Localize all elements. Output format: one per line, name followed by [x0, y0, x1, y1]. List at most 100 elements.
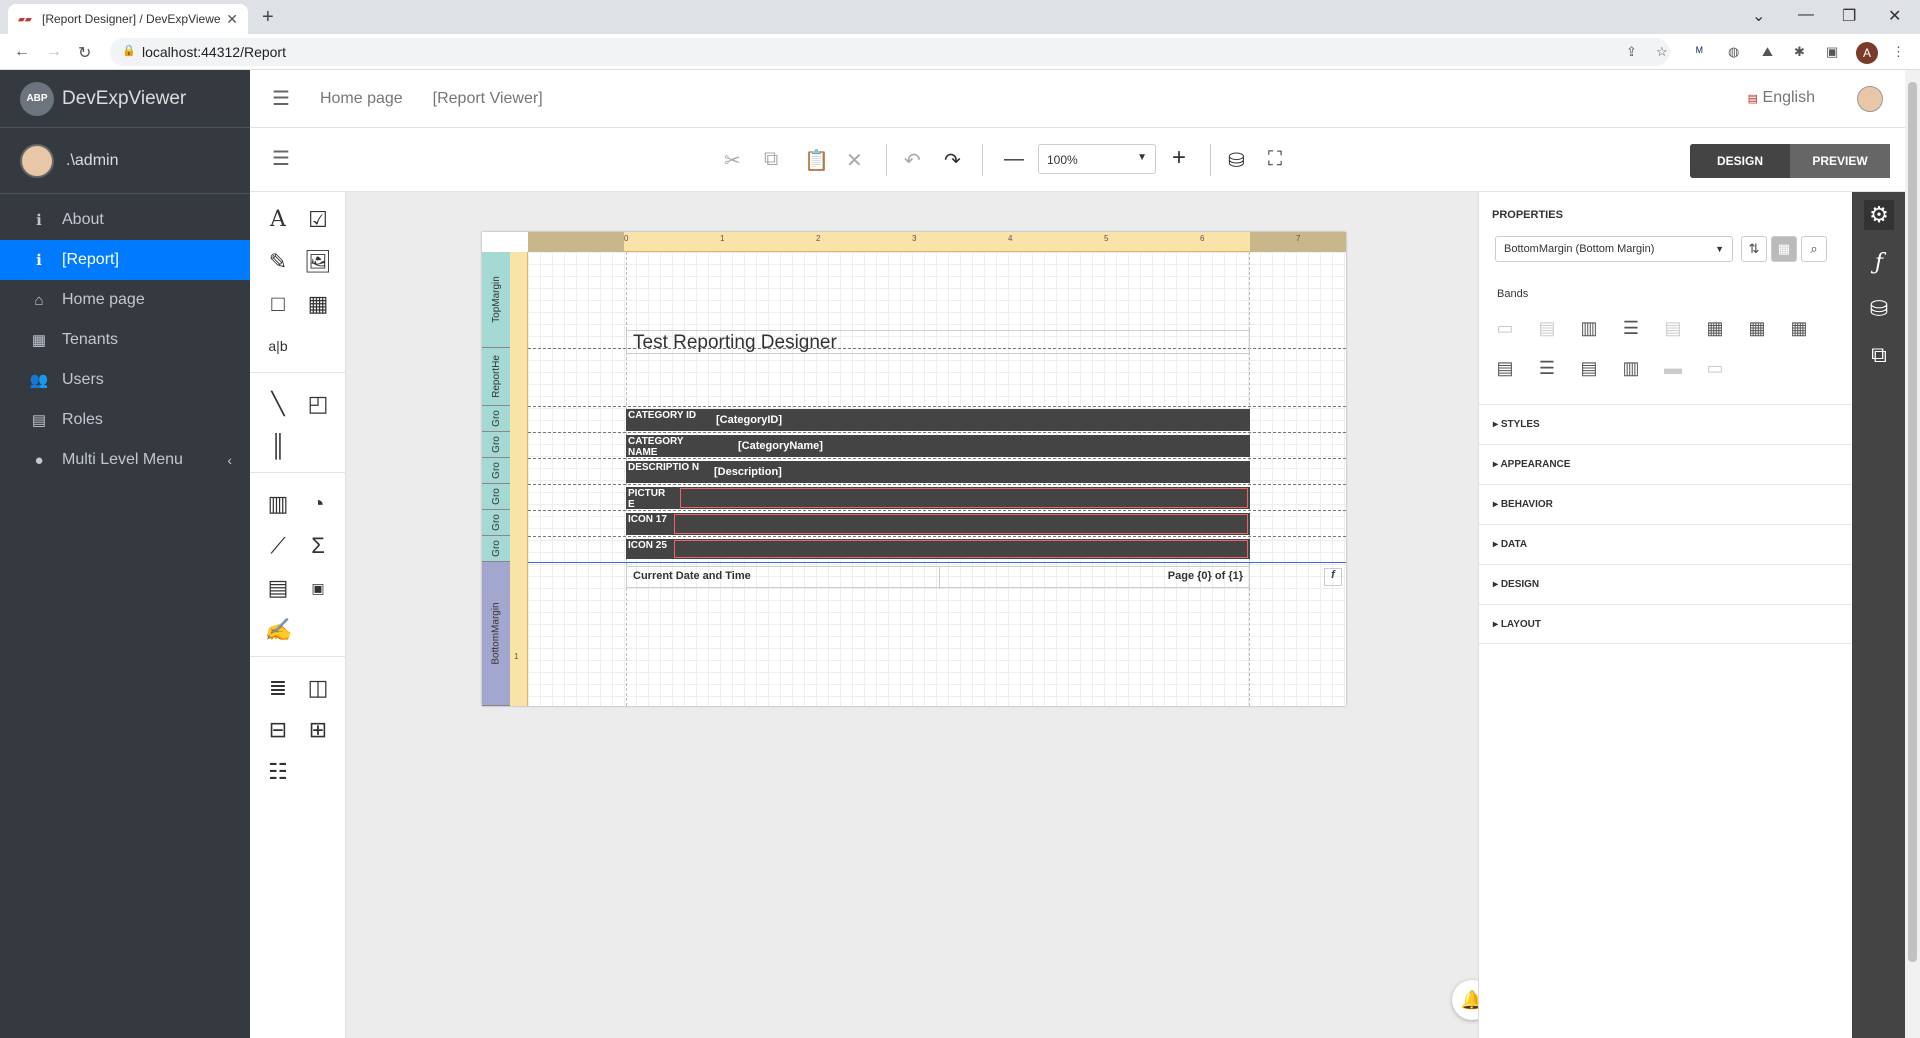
report-header-band-icon[interactable]: ▤	[1535, 316, 1559, 340]
category-id-row[interactable]: CATEGORY ID [CategoryID]	[626, 409, 1250, 431]
preview-button[interactable]: PREVIEW	[1790, 144, 1890, 178]
cross-band-tool-icon[interactable]: ⊞	[302, 714, 334, 746]
summary-tool-icon[interactable]: Σ	[302, 530, 334, 562]
report-footer-band-icon[interactable]: ▦	[1787, 316, 1811, 340]
band-label-top-margin[interactable]: TopMargin	[482, 252, 510, 348]
cut-icon[interactable]: ✂	[724, 148, 741, 173]
design-button[interactable]: DESIGN	[1690, 144, 1790, 178]
category-name-row[interactable]: CATEGORY NAME [CategoryName]	[626, 435, 1250, 458]
pageinfo-tool-icon[interactable]: ▤	[262, 572, 294, 604]
hamburger-icon[interactable]: ☰	[272, 86, 290, 111]
group-header-band-icon[interactable]: ▥	[1577, 316, 1601, 340]
expression-editor-icon[interactable]: ƒ	[1864, 248, 1894, 278]
picture-box[interactable]	[674, 540, 1248, 558]
paste-icon[interactable]: 📋	[804, 148, 829, 173]
side-panel-icon[interactable]: ▣	[1826, 44, 1838, 60]
component-selector[interactable]: BottomMargin (Bottom Margin) ▼	[1495, 236, 1733, 262]
sidebar-item-report[interactable]: ℹ [Report]	[0, 240, 250, 280]
close-window-icon[interactable]: ✕	[1888, 6, 1901, 26]
band-label-group[interactable]: Gro	[482, 510, 510, 536]
section-appearance[interactable]: ▸ APPEARANCE	[1479, 444, 1853, 484]
page-header-band-icon[interactable]: ☰	[1619, 316, 1643, 340]
pdf-tool-icon[interactable]: ▣	[302, 572, 334, 604]
checkbox-tool-icon[interactable]: ☑	[302, 204, 334, 236]
validate-icon[interactable]: ⛁	[1228, 148, 1245, 173]
design-surface[interactable]: 0 1 2 3 4 5 6 7 1 TopMargin ReportHe Gro…	[346, 192, 1492, 1038]
reload-icon[interactable]: ↻	[78, 43, 91, 63]
extension-icon[interactable]: ⛰	[1762, 44, 1773, 60]
close-tab-icon[interactable]: ✕	[226, 11, 238, 28]
copy-icon[interactable]: ⧉	[764, 148, 778, 171]
new-tab-icon[interactable]: +	[262, 6, 274, 29]
abp-extension-icon[interactable]: ◍	[1728, 44, 1739, 60]
categorize-icon[interactable]: ▦	[1771, 236, 1797, 262]
brand[interactable]: ABP DevExpViewer	[0, 70, 250, 128]
band-label-group[interactable]: Gro	[482, 484, 510, 510]
sparkline-tool-icon[interactable]: ⟋	[262, 530, 294, 562]
back-icon[interactable]: ←	[14, 43, 30, 61]
toc-tool-icon[interactable]: ≣	[262, 672, 294, 704]
zoom-out-icon[interactable]: —	[1004, 148, 1024, 171]
section-behavior[interactable]: ▸ BEHAVIOR	[1479, 484, 1853, 524]
icon17-row[interactable]: ICON 17	[626, 513, 1250, 535]
toolbox-menu-icon[interactable]: ☰	[272, 146, 290, 171]
fullscreen-icon[interactable]: ⛶	[1268, 148, 1282, 171]
character-comb-tool-icon[interactable]: a|b	[262, 330, 294, 362]
zoom-select[interactable]: 100% ▼	[1038, 144, 1156, 174]
profile-avatar[interactable]: A	[1856, 42, 1878, 64]
url-input[interactable]: 🔒 localhost:44312/Report	[110, 38, 1670, 66]
barcode-tool-icon[interactable]: ║	[262, 430, 294, 462]
sidebar-item-multi-level-menu[interactable]: ● Multi Level Menu ‹	[0, 440, 250, 480]
signature-tool-icon[interactable]: ✍	[262, 614, 294, 646]
user-panel[interactable]: .\admin	[0, 128, 250, 194]
sub-band-icon[interactable]: ☰	[1535, 356, 1559, 380]
expression-icon[interactable]: f	[1324, 568, 1342, 586]
nav-link-report-viewer[interactable]: [Report Viewer]	[433, 90, 543, 108]
icon25-row[interactable]: ICON 25	[626, 539, 1250, 559]
cross-tab-tool-icon[interactable]: ☷	[262, 756, 294, 788]
sidebar-item-tenants[interactable]: ▦ Tenants	[0, 320, 250, 360]
search-icon[interactable]: ⌕	[1801, 236, 1827, 262]
zoom-in-icon[interactable]: +	[1172, 144, 1186, 172]
vertical-header-band-icon[interactable]: ▤	[1577, 356, 1601, 380]
gear-icon[interactable]: ⚙	[1864, 200, 1894, 230]
browser-tab[interactable]: ▰▰ [Report Designer] / DevExpViewe ✕	[8, 4, 248, 34]
picture-box[interactable]	[680, 488, 1248, 508]
redo-icon[interactable]: ↷	[944, 148, 961, 173]
detail-band-icon[interactable]: ▤	[1661, 316, 1685, 340]
sidebar-item-roles[interactable]: ▤ Roles	[0, 400, 250, 440]
page-footer-band-icon[interactable]: ▤	[1493, 356, 1517, 380]
band-label-group[interactable]: Gro	[482, 458, 510, 484]
top-margin-band-icon[interactable]: ▭	[1493, 316, 1517, 340]
extension-icon[interactable]: ᴹ	[1696, 44, 1703, 59]
panel-tool-icon[interactable]: □	[262, 288, 294, 320]
database-icon[interactable]: ⛁	[1864, 294, 1894, 324]
report-title-label[interactable]: Test Reporting Designer	[626, 330, 1250, 354]
nav-link-home[interactable]: Home page	[320, 90, 403, 108]
band-label-group[interactable]: Gro	[482, 432, 510, 458]
richtext-tool-icon[interactable]: ✎	[262, 246, 294, 278]
delete-icon[interactable]: ✕	[846, 148, 863, 173]
label-tool-icon[interactable]: A	[262, 204, 294, 236]
group-footer-band-icon[interactable]: ▦	[1745, 316, 1769, 340]
band-label-report-header[interactable]: ReportHe	[482, 348, 510, 406]
detail-report-band-icon[interactable]: ▦	[1703, 316, 1727, 340]
avatar[interactable]	[1857, 86, 1883, 112]
section-data[interactable]: ▸ DATA	[1479, 524, 1853, 564]
restore-icon[interactable]: ❐	[1842, 6, 1856, 26]
picture-box[interactable]	[674, 514, 1248, 534]
sort-icon[interactable]: ⇅	[1741, 236, 1767, 262]
more-menu-icon[interactable]: ⋮	[1892, 44, 1905, 60]
vertical-detail-band-icon[interactable]: ▥	[1619, 356, 1643, 380]
picture-tool-icon[interactable]: 🖼	[302, 246, 334, 278]
sidebar-item-home[interactable]: ⌂ Home page	[0, 280, 250, 320]
report-page[interactable]: 0 1 2 3 4 5 6 7 1 TopMargin ReportHe Gro…	[482, 232, 1346, 706]
gauge-tool-icon[interactable]: ◔	[302, 488, 334, 520]
chart-tool-icon[interactable]: ▥	[262, 488, 294, 520]
band-label-group[interactable]: Gro	[482, 406, 510, 432]
band-label-group[interactable]: Gro	[482, 536, 510, 562]
forward-icon[interactable]: →	[46, 43, 62, 61]
bottom-margin-band-icon[interactable]: ▬	[1661, 356, 1685, 380]
page-scrollbar[interactable]	[1905, 70, 1920, 1038]
share-icon[interactable]: ⇪	[1626, 44, 1637, 60]
